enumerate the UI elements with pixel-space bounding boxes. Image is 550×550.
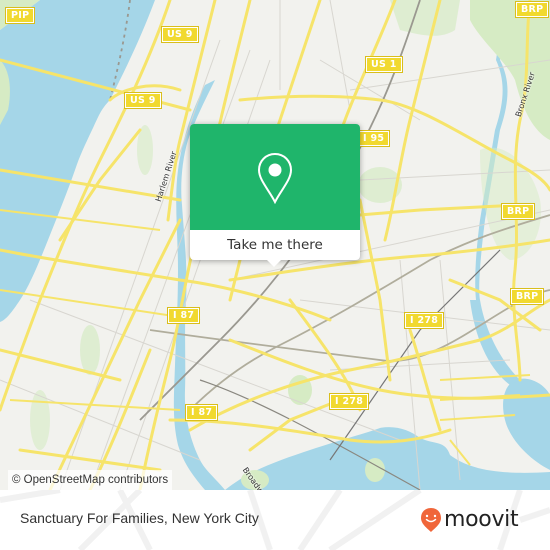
road-shield-i278: I 278 [403,312,445,329]
road-shield-brp: BRP [500,203,536,220]
road-shield-i87: I 87 [166,307,201,324]
road-shield-i278: I 278 [328,393,370,410]
moovit-logo[interactable]: moovit [420,505,519,535]
road-shield-us1: US 1 [365,56,403,73]
road-shield-i95: I 95 [356,130,391,147]
map-view[interactable]: PIP US 9 US 9 US 1 I 95 BRP BRP BRP I 87… [0,0,550,490]
road-shield-i87: I 87 [184,404,219,421]
location-pin-icon [257,152,293,204]
east-river [225,427,550,490]
moovit-logo-text: moovit [444,507,519,532]
popup-header [190,124,360,230]
road-shield-us9: US 9 [161,26,199,43]
destination-popup: Take me there [190,124,360,267]
road-shield-us9: US 9 [124,92,162,109]
moovit-pin-icon [421,508,441,532]
place-title: Sanctuary For Families, New York City [20,510,259,526]
footer-bar: Sanctuary For Families, New York City mo… [0,490,550,550]
road-shield-pip: PIP [4,7,36,24]
take-me-there-button[interactable]: Take me there [190,230,360,260]
popup-pointer [266,259,282,267]
map-attribution[interactable]: © OpenStreetMap contributors [8,470,173,490]
road-shield-brp: BRP [509,288,545,305]
road-shield-brp: BRP [514,1,550,18]
